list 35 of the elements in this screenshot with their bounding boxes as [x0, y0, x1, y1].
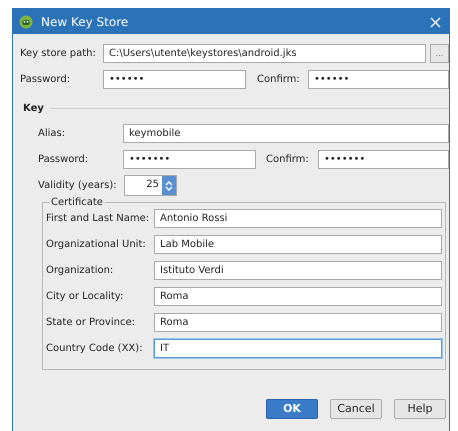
input-field[interactable]: Lab Mobile: [154, 235, 442, 254]
field-label: City or Locality:: [46, 290, 124, 304]
window-title: New Key Store: [41, 14, 130, 30]
field-label: Validity (years):: [38, 179, 118, 193]
field-label: Key store path:: [20, 47, 97, 61]
field-label: Password:: [20, 73, 72, 87]
section-title: Key: [23, 102, 44, 116]
validity-spinner[interactable]: 25: [124, 175, 177, 196]
path-field[interactable]: C:\Users\utente\keystores\android.jks: [103, 44, 426, 63]
password-field[interactable]: ••••••: [103, 70, 246, 89]
password-field[interactable]: •••••••: [123, 150, 256, 169]
field-label: Confirm:: [257, 73, 301, 87]
field-label: Confirm:: [266, 153, 310, 167]
android-icon: [19, 14, 33, 28]
field-label: Alias:: [38, 127, 66, 141]
field-label: Organization:: [46, 264, 114, 278]
field-label: Password:: [38, 153, 90, 167]
input-field[interactable]: Antonio Rossi: [154, 209, 442, 228]
field-label: Organizational Unit:: [46, 238, 147, 252]
browse-button[interactable]: ...: [430, 44, 449, 63]
field-label: State or Province:: [46, 316, 136, 330]
password-field[interactable]: ••••••: [308, 70, 449, 89]
password-field[interactable]: •••••••: [318, 150, 449, 169]
input-field[interactable]: Istituto Verdi: [154, 261, 442, 280]
alias-field[interactable]: keymobile: [123, 124, 449, 143]
input-field[interactable]: IT: [154, 339, 442, 358]
spinner-arrows-icon[interactable]: [162, 176, 176, 195]
field-label: First and Last Name:: [46, 212, 150, 226]
dialog-button[interactable]: Help: [394, 399, 446, 419]
dialog-button[interactable]: Cancel: [330, 399, 382, 419]
field-label: Country Code (XX):: [46, 342, 144, 356]
spinner-value: 25: [145, 178, 160, 192]
input-field[interactable]: Roma: [154, 287, 442, 306]
dialog-button[interactable]: OK: [266, 399, 318, 419]
input-field[interactable]: Roma: [154, 313, 442, 332]
